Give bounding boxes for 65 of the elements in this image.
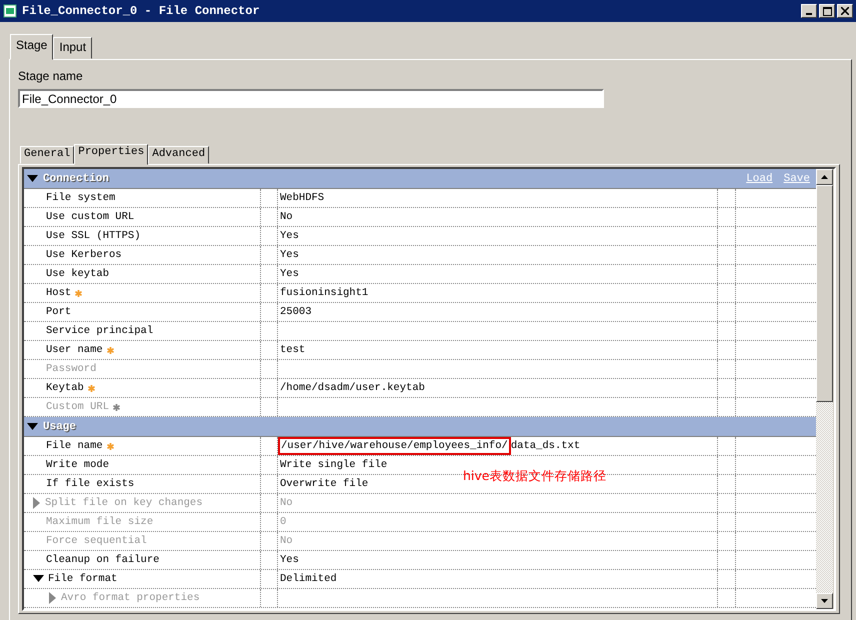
property-value: test <box>280 344 306 356</box>
property-value: /home/dsadm/user.keytab <box>280 382 425 394</box>
property-value: Yes <box>280 249 299 261</box>
property-name: Use SSL (HTTPS) <box>46 230 141 242</box>
property-value: Yes <box>280 554 299 566</box>
property-value: Overwrite file <box>280 478 368 490</box>
section-title: Usage <box>43 420 78 432</box>
annotation-note: hive表数据文件存储路径 <box>463 468 606 485</box>
property-value: Write single file <box>280 459 388 471</box>
property-name: Host <box>46 287 72 299</box>
property-value: No <box>280 211 293 223</box>
scrollbar[interactable] <box>816 169 833 609</box>
minimize-button[interactable] <box>801 4 817 18</box>
property-name: Avro format properties <box>61 592 200 604</box>
tab[interactable]: Properties <box>74 144 148 165</box>
section-title: Connection <box>43 172 110 184</box>
up-arrow-icon <box>821 175 828 179</box>
property-value: WebHDFS <box>280 192 324 204</box>
property-name: Cleanup on failure <box>46 554 160 566</box>
property-name: Use keytab <box>46 268 110 280</box>
expanded-triangle-icon[interactable] <box>33 575 44 583</box>
window-title: File_Connector_0 - File Connector <box>22 4 261 18</box>
app-icon <box>3 4 17 18</box>
tab[interactable]: Advanced <box>148 146 210 164</box>
highlighted-path: /user/hive/warehouse/employees_info/ <box>278 437 511 455</box>
down-arrow-icon <box>821 599 828 603</box>
property-name: Split file on key changes <box>45 497 203 509</box>
scroll-thumb[interactable] <box>816 185 833 402</box>
property-value: Yes <box>280 268 299 280</box>
scroll-down-button[interactable] <box>816 593 833 609</box>
property-name: User name <box>46 344 103 356</box>
expanded-triangle-icon[interactable] <box>27 422 38 430</box>
property-value: 25003 <box>280 306 312 318</box>
property-name: Use custom URL <box>46 211 134 223</box>
property-name: Service principal <box>46 325 154 337</box>
tab[interactable]: Input <box>53 37 92 59</box>
property-name: Password <box>46 363 96 375</box>
close-button[interactable] <box>837 4 853 18</box>
property-value: No <box>280 497 293 509</box>
tab[interactable]: General <box>20 146 74 164</box>
property-name: File format <box>48 573 118 585</box>
property-name: File name <box>46 440 103 452</box>
property-name: Write mode <box>46 459 110 471</box>
property-name: If file exists <box>46 478 134 490</box>
property-value: fusioninsight1 <box>280 287 368 299</box>
close-icon <box>841 7 849 15</box>
scroll-up-button[interactable] <box>816 169 833 185</box>
maximize-icon <box>822 6 832 16</box>
property-name: Keytab <box>46 382 84 394</box>
expanded-triangle-icon[interactable] <box>27 174 38 182</box>
property-name: Use Kerberos <box>46 249 122 261</box>
maximize-button[interactable] <box>819 4 835 18</box>
property-name: File system <box>46 192 116 204</box>
property-value: data_ds.txt <box>510 440 580 452</box>
property-name: Port <box>46 306 72 318</box>
property-name: Maximum file size <box>46 516 154 528</box>
property-value: 0 <box>280 516 286 528</box>
field-label: Stage name <box>18 69 84 83</box>
property-name: Force sequential <box>46 535 147 547</box>
property-value: No <box>280 535 293 547</box>
tab[interactable]: Stage <box>10 34 54 60</box>
property-value: Yes <box>280 230 299 242</box>
property-name: Custom URL <box>46 401 110 413</box>
stage-name-field[interactable]: File_Connector_0 <box>18 89 604 108</box>
property-value: Delimited <box>280 573 337 585</box>
